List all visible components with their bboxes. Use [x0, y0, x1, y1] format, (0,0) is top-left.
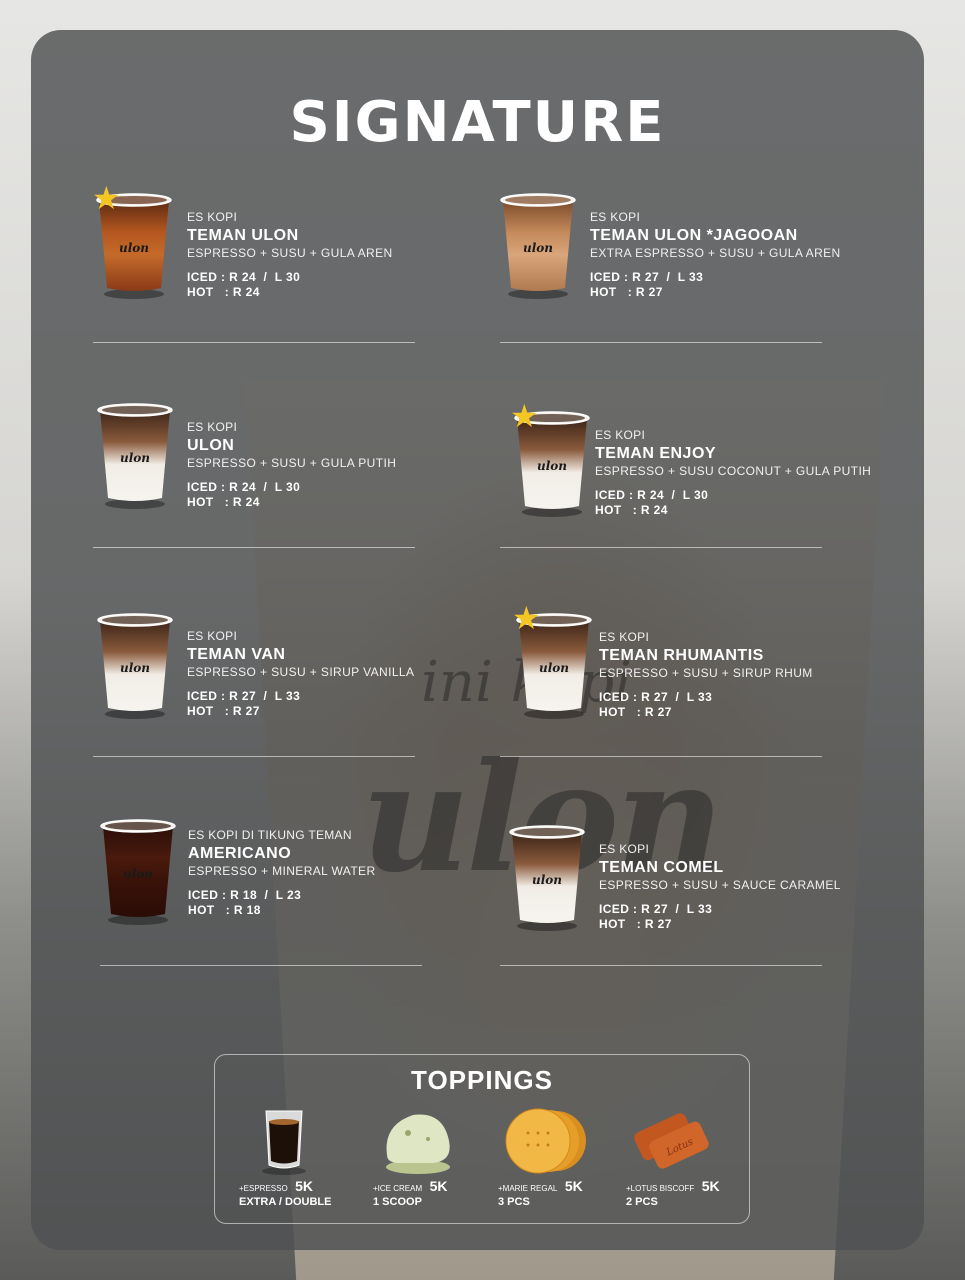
- item-price-hot: HOT : R 27: [599, 705, 672, 719]
- divider: [93, 342, 415, 343]
- svg-text:ulon: ulon: [539, 661, 569, 675]
- menu-panel: ini kopi ulon SIGNATURE ulon ★ ES KOPI T…: [31, 30, 924, 1250]
- item-price-hot: HOT : R 24: [187, 495, 260, 509]
- topping-label: +LOTUS BISCOFF: [626, 1184, 695, 1193]
- item-price-iced: ICED : R 24 / L 30: [595, 488, 709, 502]
- item-name: TEMAN VAN: [187, 646, 286, 663]
- svg-text:ulon: ulon: [119, 241, 149, 255]
- toppings-title: TOPPINGS: [411, 1065, 553, 1095]
- topping-item: Lotus +LOTUS BISCOFF 5K 2 PCS: [626, 1105, 720, 1208]
- item-description: ESPRESSO + SUSU + GULA PUTIH: [187, 456, 397, 470]
- item-description: ESPRESSO + SUSU + GULA AREN: [187, 246, 393, 260]
- item-price-hot: HOT : R 18: [188, 903, 261, 917]
- topping-quantity: 2 PCS: [626, 1196, 658, 1208]
- drink-cup-image: ulon: [99, 816, 177, 925]
- espresso-shot-icon: [239, 1105, 329, 1175]
- svg-text:ulon: ulon: [523, 241, 553, 255]
- item-category: ES KOPI: [590, 210, 641, 224]
- item-category: ES KOPI: [187, 420, 238, 434]
- topping-item: +ICE CREAM 5K 1 SCOOP: [373, 1105, 463, 1208]
- topping-label: +ICE CREAM: [373, 1184, 423, 1193]
- item-price-iced: ICED : R 27 / L 33: [590, 270, 704, 284]
- item-price-hot: HOT : R 27: [187, 704, 260, 718]
- item-name: ULON: [187, 437, 235, 454]
- drink-cup-image: ulon: [508, 822, 586, 931]
- item-description: ESPRESSO + SUSU + SIRUP VANILLA: [187, 665, 415, 679]
- item-price-iced: ICED : R 27 / L 33: [187, 689, 301, 703]
- star-icon: ★: [512, 600, 541, 636]
- menu-title: SIGNATURE: [289, 90, 666, 155]
- topping-price: 5K: [564, 1178, 583, 1194]
- drink-cup-image: ulon: [96, 610, 174, 719]
- item-description: ESPRESSO + MINERAL WATER: [188, 864, 376, 878]
- item-description: ESPRESSO + SUSU + SAUCE CARAMEL: [599, 878, 841, 892]
- divider: [500, 756, 822, 757]
- item-category: ES KOPI: [599, 630, 650, 644]
- divider: [93, 547, 415, 548]
- item-category: ES KOPI: [187, 629, 238, 643]
- topping-label: +MARIE REGAL: [498, 1184, 558, 1193]
- menu-item: ES KOPI DI TIKUNG TEMAN AMERICANO ESPRES…: [188, 828, 376, 918]
- item-price-hot: HOT : R 27: [599, 917, 672, 931]
- topping-quantity: 3 PCS: [498, 1196, 530, 1208]
- topping-price: 5K: [295, 1178, 314, 1194]
- item-price-hot: HOT : R 27: [590, 285, 663, 299]
- item-name: TEMAN ULON *JAGOOAN: [590, 227, 798, 244]
- item-price-iced: ICED : R 24 / L 30: [187, 480, 301, 494]
- item-category: ES KOPI DI TIKUNG TEMAN: [188, 828, 352, 842]
- item-name: TEMAN ENJOY: [595, 445, 717, 462]
- svg-text:ulon: ulon: [123, 867, 153, 881]
- item-name: TEMAN ULON: [187, 227, 299, 244]
- drink-cup-image: ulon: [499, 190, 577, 299]
- topping-price: 5K: [701, 1178, 720, 1194]
- topping-price: 5K: [429, 1178, 448, 1194]
- menu-item: ES KOPI ULON ESPRESSO + SUSU + GULA PUTI…: [187, 420, 396, 510]
- item-name: TEMAN COMEL: [599, 859, 724, 876]
- ice-cream-scoop-icon: [373, 1105, 463, 1175]
- item-description: ESPRESSO + SUSU + SIRUP RHUM: [599, 666, 813, 680]
- item-price-iced: ICED : R 18 / L 23: [188, 888, 302, 902]
- toppings-box: TOPPINGS +ESPRESSO 5K EXTRA / DOUBLE +IC…: [214, 1054, 750, 1224]
- divider: [500, 342, 822, 343]
- star-icon: ★: [510, 398, 539, 434]
- lotus-biscoff-icon: Lotus: [626, 1105, 716, 1175]
- item-name: TEMAN RHUMANTIS: [599, 647, 764, 664]
- item-price-hot: HOT : R 24: [187, 285, 260, 299]
- menu-item: ES KOPI TEMAN ULON ESPRESSO + SUSU + GUL…: [187, 210, 393, 300]
- topping-quantity: EXTRA / DOUBLE: [239, 1196, 332, 1208]
- menu-item: ES KOPI TEMAN RHUMANTIS ESPRESSO + SUSU …: [599, 630, 813, 720]
- item-name: AMERICANO: [188, 845, 292, 862]
- topping-item: +ESPRESSO 5K EXTRA / DOUBLE: [239, 1105, 332, 1208]
- item-price-iced: ICED : R 27 / L 33: [599, 690, 713, 704]
- svg-text:ulon: ulon: [537, 459, 567, 473]
- item-category: ES KOPI: [595, 428, 646, 442]
- drink-cup-image: ulon: [96, 400, 174, 509]
- svg-text:ulon: ulon: [120, 661, 150, 675]
- item-description: ESPRESSO + SUSU COCONUT + GULA PUTIH: [595, 464, 872, 478]
- svg-text:ulon: ulon: [120, 451, 150, 465]
- divider: [100, 965, 422, 966]
- item-price-hot: HOT : R 24: [595, 503, 668, 517]
- item-category: ES KOPI: [599, 842, 650, 856]
- item-category: ES KOPI: [187, 210, 238, 224]
- item-description: EXTRA ESPRESSO + SUSU + GULA AREN: [590, 246, 841, 260]
- menu-item: ES KOPI TEMAN ULON *JAGOOAN EXTRA ESPRES…: [590, 210, 841, 300]
- divider: [500, 547, 822, 548]
- menu-item: ES KOPI TEMAN COMEL ESPRESSO + SUSU + SA…: [599, 842, 841, 932]
- divider: [500, 965, 822, 966]
- marie-biscuit-icon: [498, 1105, 588, 1175]
- menu-item: ES KOPI TEMAN ENJOY ESPRESSO + SUSU COCO…: [595, 428, 871, 518]
- topping-item: +MARIE REGAL 5K 3 PCS: [498, 1105, 588, 1208]
- item-price-iced: ICED : R 27 / L 33: [599, 902, 713, 916]
- topping-quantity: 1 SCOOP: [373, 1196, 422, 1208]
- divider: [93, 756, 415, 757]
- menu-item: ES KOPI TEMAN VAN ESPRESSO + SUSU + SIRU…: [187, 629, 414, 719]
- item-price-iced: ICED : R 24 / L 30: [187, 270, 301, 284]
- star-icon: ★: [92, 180, 121, 216]
- topping-label: +ESPRESSO: [239, 1184, 288, 1193]
- svg-text:ulon: ulon: [532, 873, 562, 887]
